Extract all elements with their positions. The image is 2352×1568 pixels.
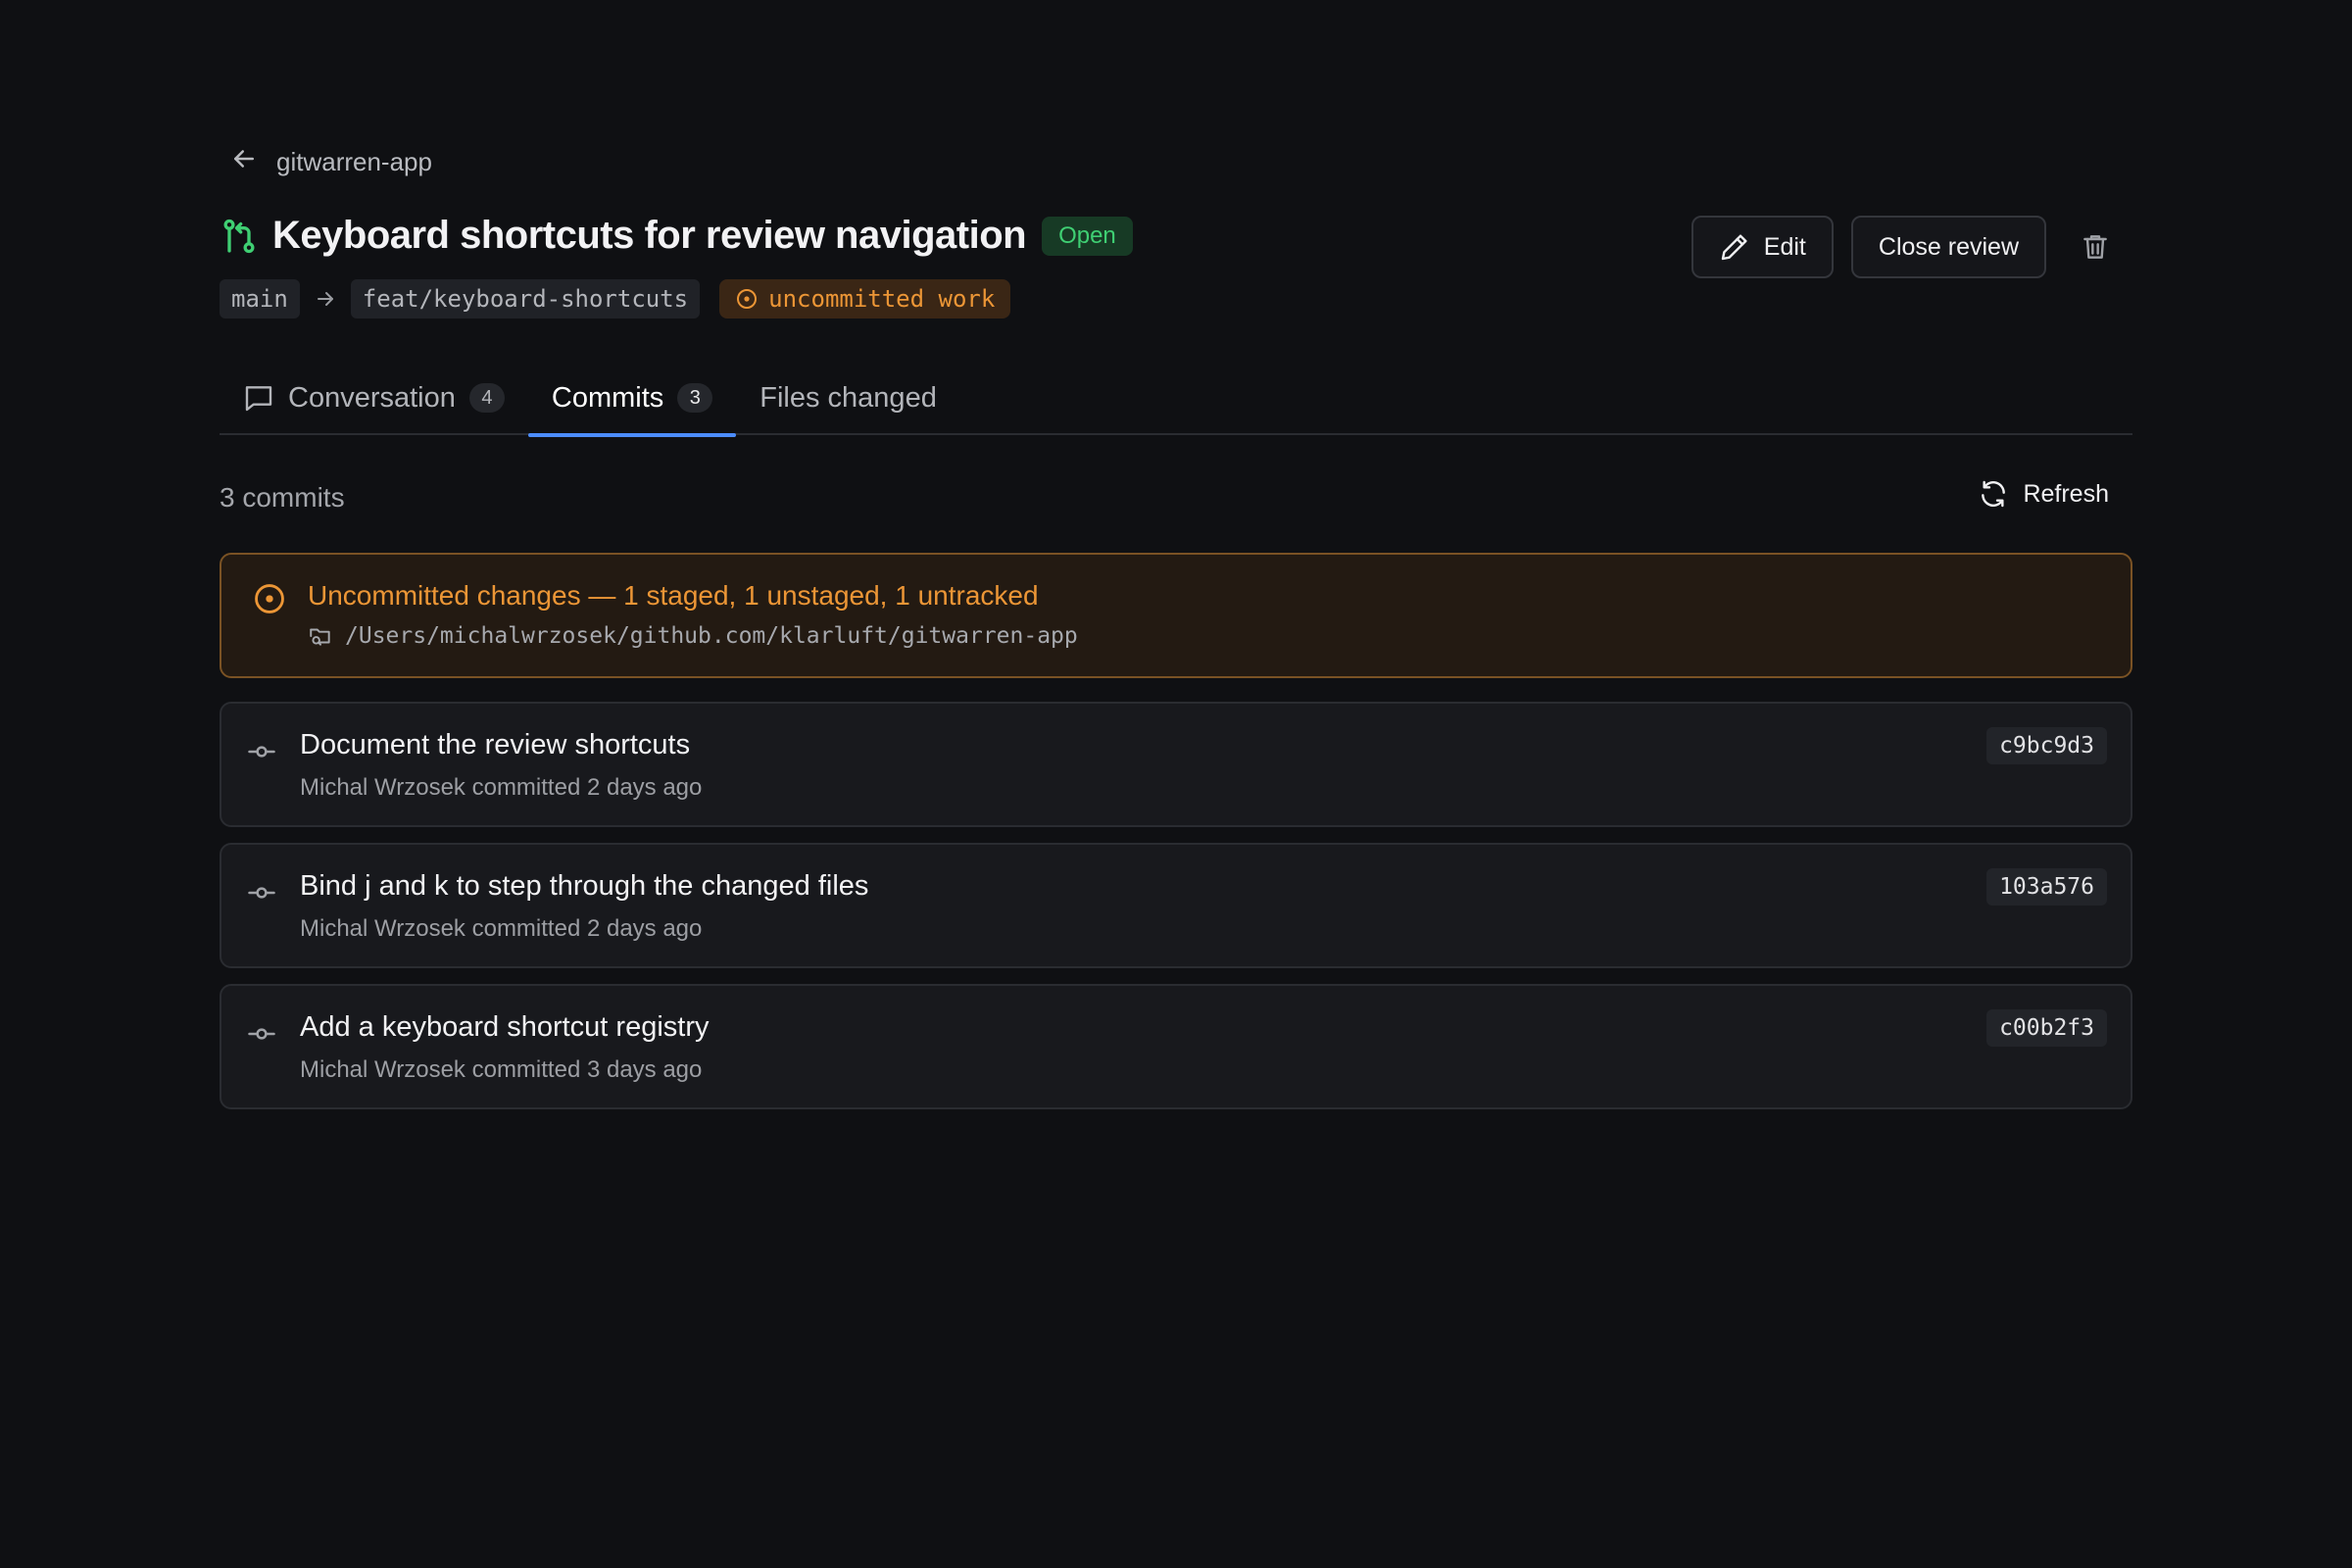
folder-search-icon [310,628,330,646]
tab-bar: Conversation 4 Commits 3 Files changed [220,361,2132,437]
tab-commits-count: 3 [677,383,713,413]
commit-meta: Michal Wrzosek committed 3 days ago [300,1056,703,1083]
refresh-label: Refresh [2023,479,2109,508]
commit-message: Document the review shortcuts [300,729,691,760]
tab-conversation-label: Conversation [288,381,456,414]
comment-icon [245,386,272,412]
close-review-button[interactable]: Close review [1850,216,2046,278]
tab-commits[interactable]: Commits 3 [527,361,737,437]
uncommitted-work-label: uncommitted work [768,285,996,313]
head-branch: feat/keyboard-shortcuts [350,279,701,318]
title-row: Keyboard shortcuts for review navigation… [220,214,1133,258]
commit-row[interactable]: Add a keyboard shortcut registry Michal … [220,984,2132,1109]
pencil-icon [1721,234,1747,261]
commit-message: Bind j and k to step through the changed… [300,870,869,902]
commit-icon [248,887,275,899]
commit-sha[interactable]: c9bc9d3 [1986,727,2107,764]
commits-count: 3 commits [220,482,345,513]
commit-row[interactable]: Document the review shortcuts Michal Wrz… [220,702,2132,827]
dot-circle-icon [255,584,284,613]
refresh-button[interactable]: Refresh [1978,478,2109,510]
commit-sha[interactable]: 103a576 [1986,868,2107,906]
edit-label: Edit [1763,232,1806,261]
worktree-path-text: /Users/michalwrzosek/github.com/klarluft… [345,623,1078,649]
uncommitted-changes-card[interactable]: Uncommitted changes — 1 staged, 1 unstag… [220,553,2132,678]
commit-icon [248,1028,275,1040]
commit-sha[interactable]: c00b2f3 [1986,1009,2107,1047]
uncommitted-changes-title: Uncommitted changes — 1 staged, 1 unstag… [308,580,1039,611]
page-title: Keyboard shortcuts for review navigation [272,214,1027,257]
commit-message: Add a keyboard shortcut registry [300,1011,710,1043]
status-badge: Open [1042,216,1133,256]
tab-conversation-count: 4 [468,383,505,413]
arrow-left-icon [229,144,259,180]
commit-icon [248,746,275,758]
trash-icon [2083,235,2107,259]
edit-button[interactable]: Edit [1690,216,1834,278]
dot-circle-icon [737,289,758,309]
commit-meta: Michal Wrzosek committed 2 days ago [300,915,703,942]
pull-request-icon [220,217,259,256]
header-actions: Edit Close review [1690,216,2132,278]
branch-row: main feat/keyboard-shortcuts uncommitted… [220,279,1011,318]
tab-commits-label: Commits [551,381,664,414]
tab-files-changed-label: Files changed [760,381,937,414]
uncommitted-work-badge: uncommitted work [719,279,1011,318]
tab-conversation[interactable]: Conversation 4 [220,361,528,435]
arrow-right-icon [317,292,333,306]
tab-files-changed[interactable]: Files changed [736,361,960,435]
commit-meta: Michal Wrzosek committed 2 days ago [300,774,703,801]
base-branch: main [220,279,300,318]
refresh-icon [1982,480,2006,508]
delete-button[interactable] [2064,216,2127,278]
commit-row[interactable]: Bind j and k to step through the changed… [220,843,2132,968]
close-review-label: Close review [1878,232,2019,261]
worktree-path: /Users/michalwrzosek/github.com/klarluft… [308,623,1078,649]
breadcrumb-label: gitwarren-app [276,147,432,176]
breadcrumb[interactable]: gitwarren-app [229,144,432,180]
